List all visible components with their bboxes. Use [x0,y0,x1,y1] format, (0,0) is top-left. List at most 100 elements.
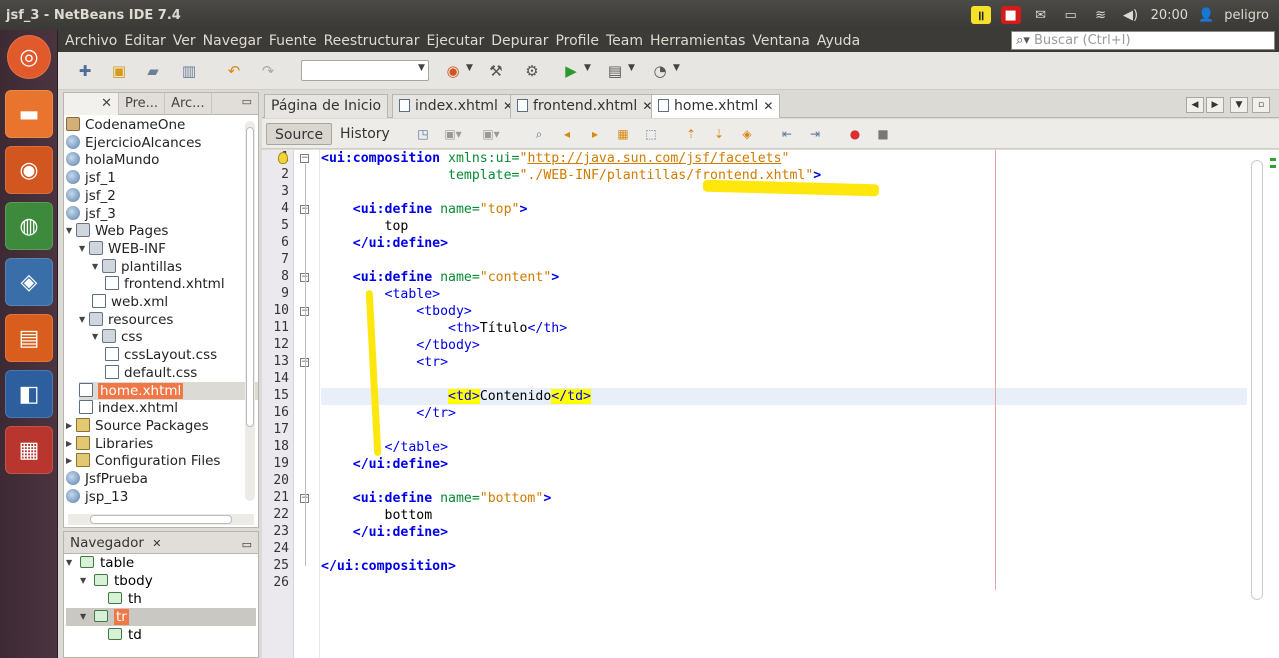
code-line[interactable]: </tr> [321,405,1247,422]
debug-chevron-down-icon[interactable]: ▼ [628,63,635,73]
code-line[interactable]: <ui:define name="bottom"> [321,490,1247,507]
expand-right-icon[interactable]: ▶ [66,417,76,435]
navigator-item[interactable]: td [66,626,256,644]
editor-tab[interactable]: index.xhtml ✕ [392,94,520,118]
code-line[interactable]: <ui:composition xmlns:ui= "http://java.su… [321,150,1247,167]
minimize-icon[interactable]: ▭ [242,95,252,108]
build-hammer-icon[interactable]: ⚒ [485,60,507,82]
shift-left-icon[interactable]: ⇤ [778,126,796,142]
ubuntu-dash-icon[interactable]: ◎ [7,35,51,79]
menu-herramientas[interactable]: Herramientas [647,33,748,49]
configuration-combo[interactable] [301,60,429,81]
tree-item[interactable]: home.xhtml [79,381,258,400]
menu-fuente[interactable]: Fuente [266,33,320,49]
code-line[interactable]: bottom [321,507,1247,524]
tree-item[interactable]: ▼ resources [79,311,173,329]
debug-icon[interactable]: ▤ [604,60,626,82]
tree-item[interactable]: ▶ Source Packages [66,417,209,435]
expand-down-icon[interactable]: ▼ [79,311,89,329]
battery-icon[interactable]: ▭ [1061,6,1081,24]
expand-right-icon[interactable]: ▶ [66,435,76,453]
firefox-icon[interactable]: ◉ [5,146,53,194]
run-chevron-down-icon[interactable]: ▼ [584,63,591,73]
screen-recorder-icon[interactable]: ◧ [5,370,53,418]
hint-lightbulb-icon[interactable] [278,152,288,164]
files-icon[interactable]: ▬ [5,90,53,138]
navigator-item[interactable]: ▼ tr [66,608,256,626]
navigator-minimize-icon[interactable]: ▭ [242,534,252,556]
virtualbox-icon[interactable]: ◈ [5,258,53,306]
close-icon[interactable]: ✕ [101,96,112,111]
expand-down-icon[interactable]: ▼ [80,608,94,626]
tree-item[interactable]: web.xml [92,293,168,311]
code-line[interactable]: <td>Contenido</td> [321,388,1247,405]
menu-archivo[interactable]: Archivo [62,33,120,49]
tree-item[interactable]: jsf_3 [66,205,116,223]
open-project-icon[interactable]: ▰ [142,60,164,82]
source-view-button[interactable]: Source [266,123,333,145]
next-bookmark-icon[interactable]: ⇣ [710,126,728,142]
tree-item[interactable]: EjercicioAlcances [66,134,201,152]
toggle-bookmark-icon[interactable]: ◈ [738,126,756,142]
expand-down-icon[interactable]: ▼ [66,554,80,572]
stop-macro-icon[interactable]: ■ [874,126,892,142]
code-line[interactable]: </tbody> [321,337,1247,354]
tree-item[interactable]: ▼ Web Pages [66,222,168,240]
code-line[interactable]: <ui:define name="content"> [321,269,1247,286]
last-edit-icon[interactable]: ◳ [414,126,432,142]
code-line[interactable]: <ui:define name="top"> [321,201,1247,218]
code-line[interactable] [321,541,1247,558]
expand-down-icon[interactable]: ▼ [79,240,89,258]
tree-item[interactable]: jsp_13 [66,488,128,506]
tree-item[interactable]: jsf_2 [66,187,116,205]
tree-item[interactable]: CodenameOne [66,116,185,134]
expand-down-icon[interactable]: ▼ [66,222,76,240]
projects-tab[interactable]: ✕ [64,93,119,115]
code-line[interactable]: <tr> [321,354,1247,371]
tree-item[interactable]: default.css [105,364,197,382]
run-icon[interactable]: ▶ [560,60,582,82]
tree-item[interactable]: index.xhtml [79,399,178,417]
tab-close-icon[interactable]: ✕ [763,99,773,113]
code-line[interactable]: <tbody> [321,303,1247,320]
editor-tab[interactable]: home.xhtml ✕ [651,94,781,118]
code-area[interactable]: <ui:composition xmlns:ui= "http://java.su… [321,150,1251,658]
new-file-icon[interactable]: ✚ [74,60,96,82]
tree-item[interactable]: JsfPrueba [66,470,148,488]
code-line[interactable] [321,422,1247,439]
navigator-item[interactable]: ▼ tbody [66,572,256,590]
toggle-rect-select-icon[interactable]: ⬚ [642,126,660,142]
clean-build-icon[interactable]: ⚙ [521,60,543,82]
tab-preview[interactable]: Pre... [119,93,166,115]
profile-chevron-down-icon[interactable]: ▼ [673,63,680,73]
find-prev-icon[interactable]: ◂ [558,126,576,142]
user-name[interactable]: peligro [1224,8,1269,23]
tab-list-icon[interactable]: ▼ [1230,97,1248,113]
save-all-icon[interactable]: ▥ [178,60,200,82]
tab-archivos[interactable]: Arc... [165,93,212,115]
menu-ayuda[interactable]: Ayuda [814,33,863,49]
redo-icon[interactable]: ↷ [257,60,279,82]
wifi-icon[interactable]: ≋ [1091,6,1111,24]
code-line[interactable]: </ui:composition> [321,558,1247,575]
code-editor[interactable]: 1234567891011121314151617181920212223242… [262,150,1279,658]
editor-tab[interactable]: Página de Inicio [264,94,389,118]
tree-item[interactable]: frontend.xhtml [105,275,225,293]
expand-down-icon[interactable]: ▼ [92,328,102,346]
code-line[interactable]: </ui:define> [321,235,1247,252]
tree-item[interactable]: ▼ WEB-INF [79,240,166,258]
maximize-icon[interactable]: ▫ [1252,97,1270,113]
mail-icon[interactable]: ✉ [1031,6,1051,24]
impress-icon[interactable]: ▤ [5,314,53,362]
tree-item[interactable]: cssLayout.css [105,346,217,364]
editor-tab[interactable]: frontend.xhtml ✕ [510,94,660,118]
menu-depurar[interactable]: Depurar [488,33,551,49]
stop-recording-icon[interactable]: ■ [1000,6,1021,24]
clock[interactable]: 20:00 [1151,8,1188,23]
scroll-left-icon[interactable]: ◀ [1186,97,1204,113]
tree-item[interactable]: holaMundo [66,151,159,169]
browser-chevron-down-icon[interactable]: ▼ [466,63,473,73]
code-line[interactable] [321,473,1247,490]
find-icon[interactable]: ⌕ [530,126,548,142]
find-next-icon[interactable]: ▸ [586,126,604,142]
